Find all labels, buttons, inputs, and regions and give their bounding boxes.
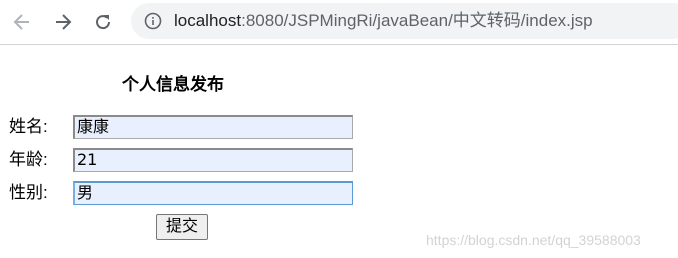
forward-button[interactable] <box>49 8 77 36</box>
forward-arrow-icon <box>56 14 72 30</box>
page-content: 个人信息发布 姓名: 康康 年龄: 21 性别: 男 提交 https://bl… <box>0 45 678 258</box>
address-bar[interactable]: localhost:8080/JSPMingRi/javaBean/中文转码/i… <box>131 3 678 39</box>
reload-icon <box>96 15 111 30</box>
url-text[interactable]: localhost:8080/JSPMingRi/javaBean/中文转码/i… <box>174 11 593 31</box>
watermark: https://blog.csdn.net/qq_39588003 <box>426 232 641 248</box>
browser-toolbar: localhost:8080/JSPMingRi/javaBean/中文转码/i… <box>0 0 678 45</box>
back-button[interactable] <box>8 8 36 36</box>
info-icon[interactable] <box>144 12 162 30</box>
submit-button[interactable]: 提交 <box>156 214 208 240</box>
reload-button[interactable] <box>89 8 117 36</box>
name-input[interactable]: 康康 <box>73 115 353 139</box>
url-path: :8080/JSPMingRi/javaBean/中文转码/index.jsp <box>241 11 593 30</box>
name-label: 姓名: <box>9 117 48 136</box>
age-input[interactable]: 21 <box>73 148 353 172</box>
form-title: 个人信息发布 <box>122 75 224 94</box>
back-arrow-icon <box>13 14 29 30</box>
url-host: localhost <box>174 11 242 30</box>
gender-label: 性别: <box>9 183 48 202</box>
age-label: 年龄: <box>9 150 48 169</box>
gender-input[interactable]: 男 <box>73 181 353 205</box>
